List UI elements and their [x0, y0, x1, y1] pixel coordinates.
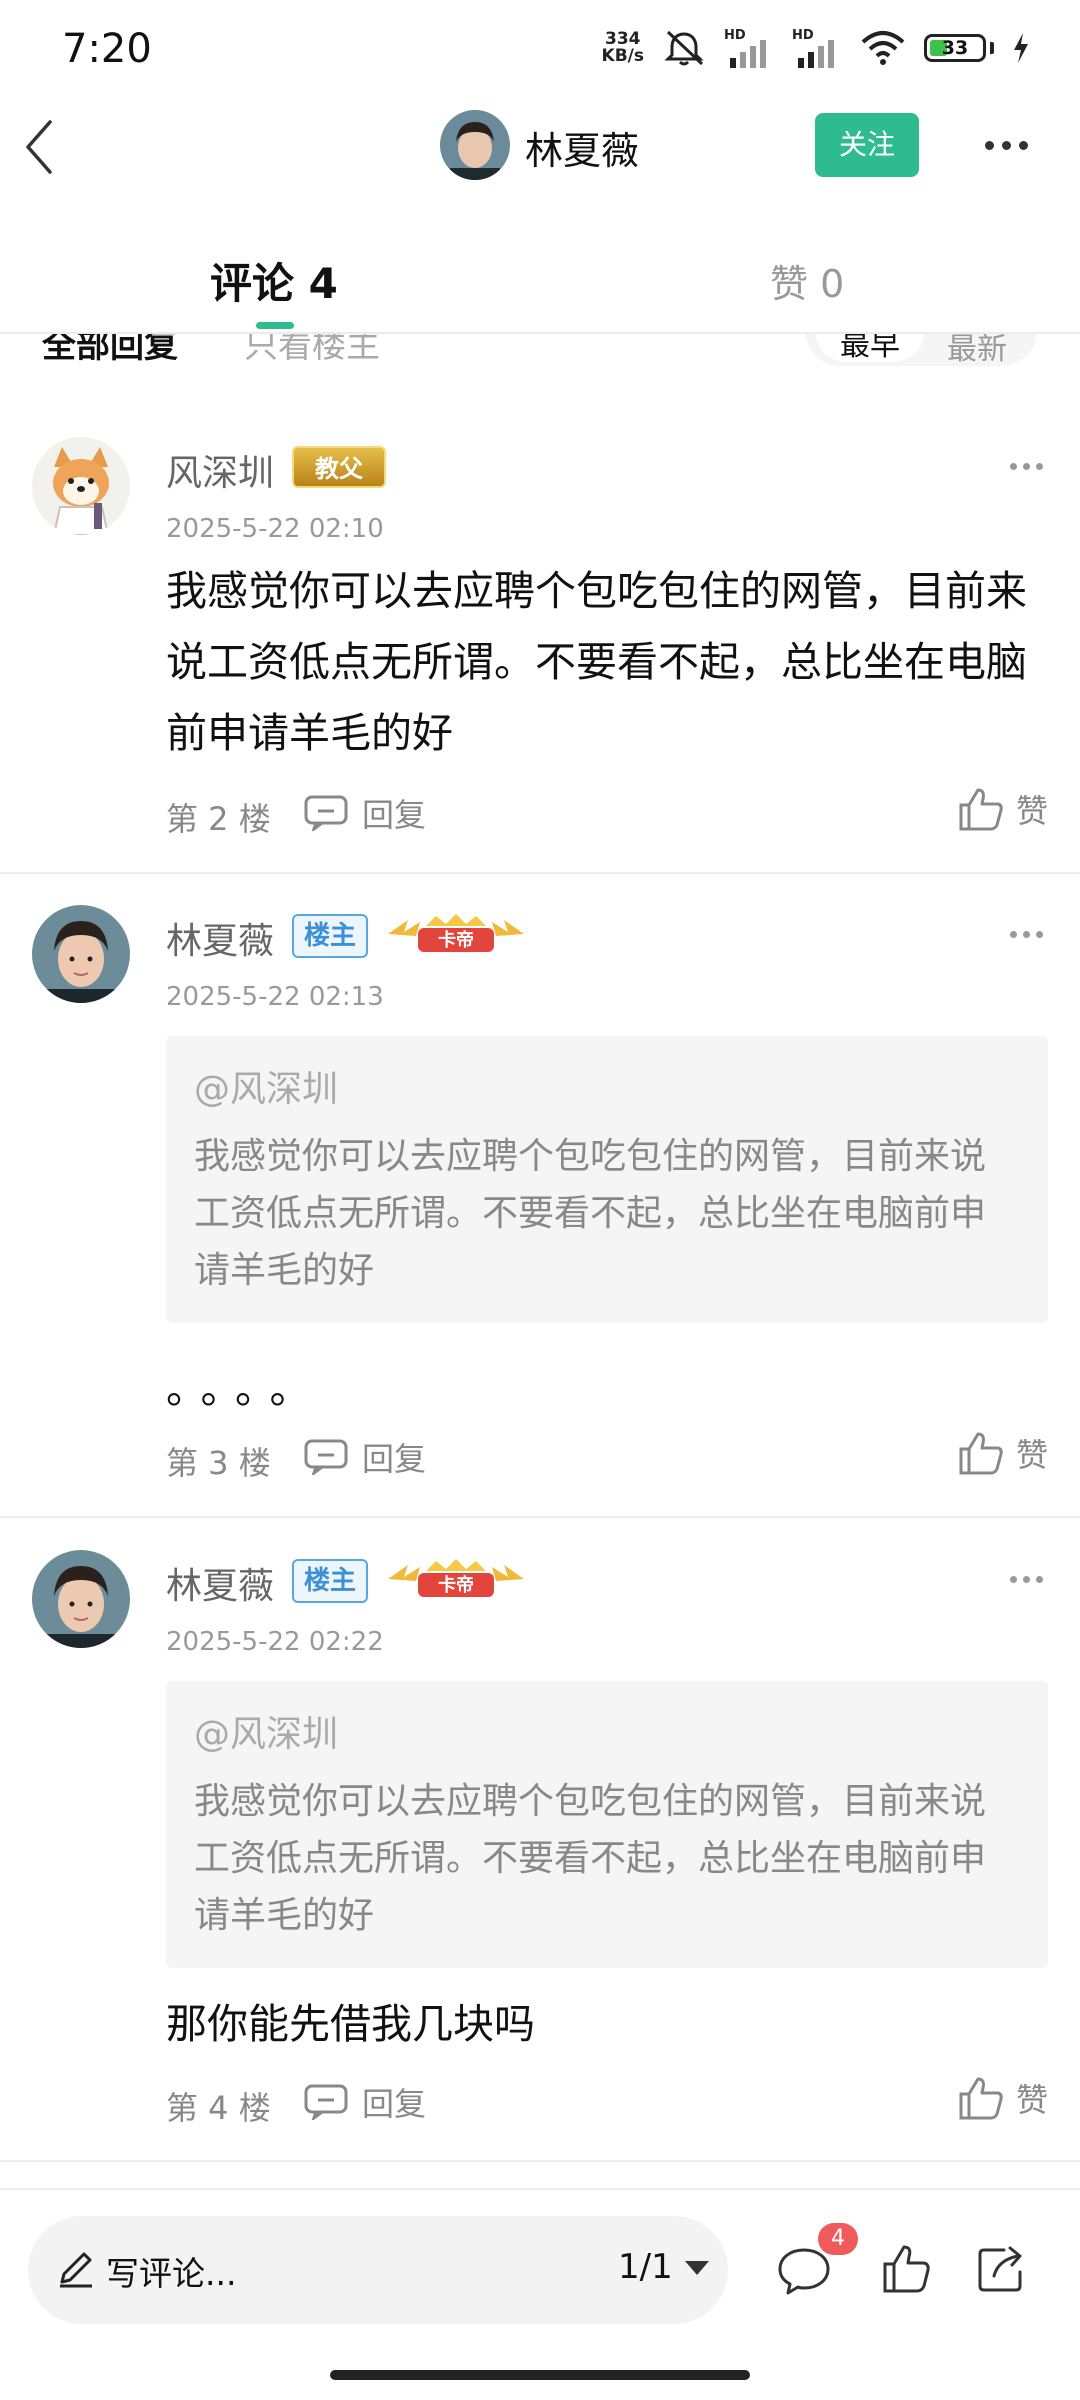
battery-icon: 33 [924, 34, 986, 62]
comment-avatar[interactable] [32, 905, 130, 1003]
reply-label: 回复 [362, 796, 427, 834]
comment-input-placeholder[interactable]: 写评论... [106, 2247, 236, 2295]
comment-user-name[interactable]: 风深圳 [166, 444, 274, 496]
net-speed-unit: KB/s [601, 46, 644, 66]
kadi-badge: 卡帝 [386, 1557, 526, 1601]
floor-number: 第 2 楼 [166, 800, 271, 838]
comment-count-badge: 4 [818, 2223, 858, 2255]
net-speed: 334 KB/s [602, 31, 644, 65]
jiaofu-badge: 教父 [292, 446, 386, 488]
kadi-label: 卡帝 [438, 929, 474, 951]
like-button[interactable]: 赞 [958, 786, 1048, 832]
quote-text: 我感觉你可以去应聘个包吃包住的网管，目前来说工资低点无所谓。不要看不起，总比坐在… [194, 1136, 987, 1291]
follow-button[interactable]: 关注 [815, 113, 919, 177]
comment-body: 那你能先借我几块吗 [166, 2000, 535, 2048]
reply-icon [304, 795, 348, 831]
filter-all-replies[interactable]: 全部回复 [42, 334, 178, 367]
filter-op-only[interactable]: 只看楼主 [244, 334, 380, 367]
status-icons: 334 KB/s HD HD 33 [602, 28, 1030, 68]
quoted-comment: @风深圳 我感觉你可以去应聘个包吃包住的网管，目前来说工资低点无所谓。不要看不起… [166, 1681, 1048, 1968]
like-button[interactable]: 赞 [958, 1430, 1048, 1476]
user-avatar-image [32, 1550, 130, 1648]
tab-likes[interactable]: 赞 0 [770, 253, 844, 308]
comment-body: 。。。。 [166, 1365, 325, 1413]
comment-time: 2025-5-22 02:13 [166, 982, 384, 1012]
comment-body: 我感觉你可以去应聘个包吃包住的网管，目前来说工资低点无所谓。不要看不起，总比坐在… [166, 567, 1027, 757]
op-badge: 楼主 [292, 914, 368, 958]
filter-row: 全部回复 只看楼主 最早 最新 [0, 334, 1080, 374]
sort-earliest[interactable]: 最早 [815, 334, 925, 363]
back-arrow-icon [26, 120, 52, 174]
comment-avatar[interactable] [32, 437, 130, 535]
reply-button[interactable]: 回复 [304, 2079, 426, 2125]
mute-icon [664, 30, 704, 66]
comment-user-name[interactable]: 林夏薇 [166, 912, 274, 964]
chevron-down-icon[interactable] [685, 2261, 709, 2275]
reply-label: 回复 [362, 2085, 427, 2123]
quote-user: @风深圳 [194, 1714, 339, 1755]
battery-tip [990, 42, 994, 54]
crown-wings-icon: 卡帝 [388, 914, 524, 952]
sort-newest[interactable]: 最新 [947, 334, 1007, 368]
home-indicator [330, 2370, 750, 2380]
status-time: 7:20 [62, 26, 152, 72]
quote-user: @风深圳 [194, 1069, 339, 1110]
comment-time: 2025-5-22 02:22 [166, 1627, 384, 1657]
shiba-avatar-image [32, 437, 130, 535]
back-button[interactable] [20, 112, 70, 182]
like-label: 赞 [1016, 1436, 1049, 1474]
quoted-comment: @风深圳 我感觉你可以去应聘个包吃包住的网管，目前来说工资低点无所谓。不要看不起… [166, 1036, 1048, 1323]
reply-button[interactable]: 回复 [304, 1434, 426, 1480]
more-dots-icon[interactable] [1010, 456, 1060, 476]
battery-level: 33 [941, 37, 969, 59]
reply-icon [304, 2084, 348, 2120]
reply-icon [304, 1439, 348, 1475]
pencil-icon [60, 2252, 92, 2288]
user-avatar-image [440, 110, 510, 180]
signal-1-icon: HD [724, 28, 774, 68]
page-indicator[interactable]: 1/1 [618, 2247, 673, 2287]
op-badge: 楼主 [292, 1559, 368, 1603]
like-label: 赞 [1016, 792, 1049, 830]
like-button[interactable]: 赞 [958, 2075, 1048, 2121]
wifi-icon [861, 31, 905, 65]
comment-avatar[interactable] [32, 1550, 130, 1648]
more-dots-icon[interactable] [1010, 1569, 1060, 1589]
kadi-label: 卡帝 [438, 1574, 474, 1596]
floor-number: 第 3 楼 [166, 1444, 271, 1482]
sort-toggle: 最早 最新 [805, 334, 1037, 368]
header-user-name[interactable]: 林夏薇 [525, 120, 639, 175]
bottom-bar-divider [0, 2188, 1080, 2190]
more-dots-icon[interactable] [1010, 924, 1060, 944]
tab-comments[interactable]: 评论 4 [210, 250, 338, 311]
comment-bubble-icon[interactable] [776, 2246, 832, 2296]
header-avatar[interactable] [440, 110, 510, 180]
crown-wings-icon: 卡帝 [388, 1559, 524, 1597]
like-thumb-icon [959, 1432, 1003, 1475]
comment-divider [0, 872, 1080, 874]
user-avatar-image [32, 905, 130, 1003]
quote-text: 我感觉你可以去应聘个包吃包住的网管，目前来说工资低点无所谓。不要看不起，总比坐在… [194, 1781, 987, 1936]
comment-divider [0, 2160, 1080, 2162]
like-label: 赞 [1016, 2081, 1049, 2119]
like-thumb-icon [959, 788, 1003, 831]
tab-active-indicator [256, 322, 294, 329]
share-icon[interactable] [976, 2244, 1030, 2294]
kadi-badge: 卡帝 [386, 912, 526, 956]
floor-number: 第 4 楼 [166, 2089, 271, 2127]
like-thumb-icon[interactable] [882, 2244, 930, 2294]
charging-icon [1014, 33, 1028, 63]
reply-button[interactable]: 回复 [304, 790, 426, 836]
more-dots-icon[interactable] [985, 130, 1045, 160]
reply-label: 回复 [362, 1440, 427, 1478]
comment-time: 2025-5-22 02:10 [166, 514, 384, 544]
comment-divider [0, 1516, 1080, 1518]
like-thumb-icon [959, 2077, 1003, 2120]
signal-2-icon: HD [792, 28, 842, 68]
comment-user-name[interactable]: 林夏薇 [166, 1557, 274, 1609]
